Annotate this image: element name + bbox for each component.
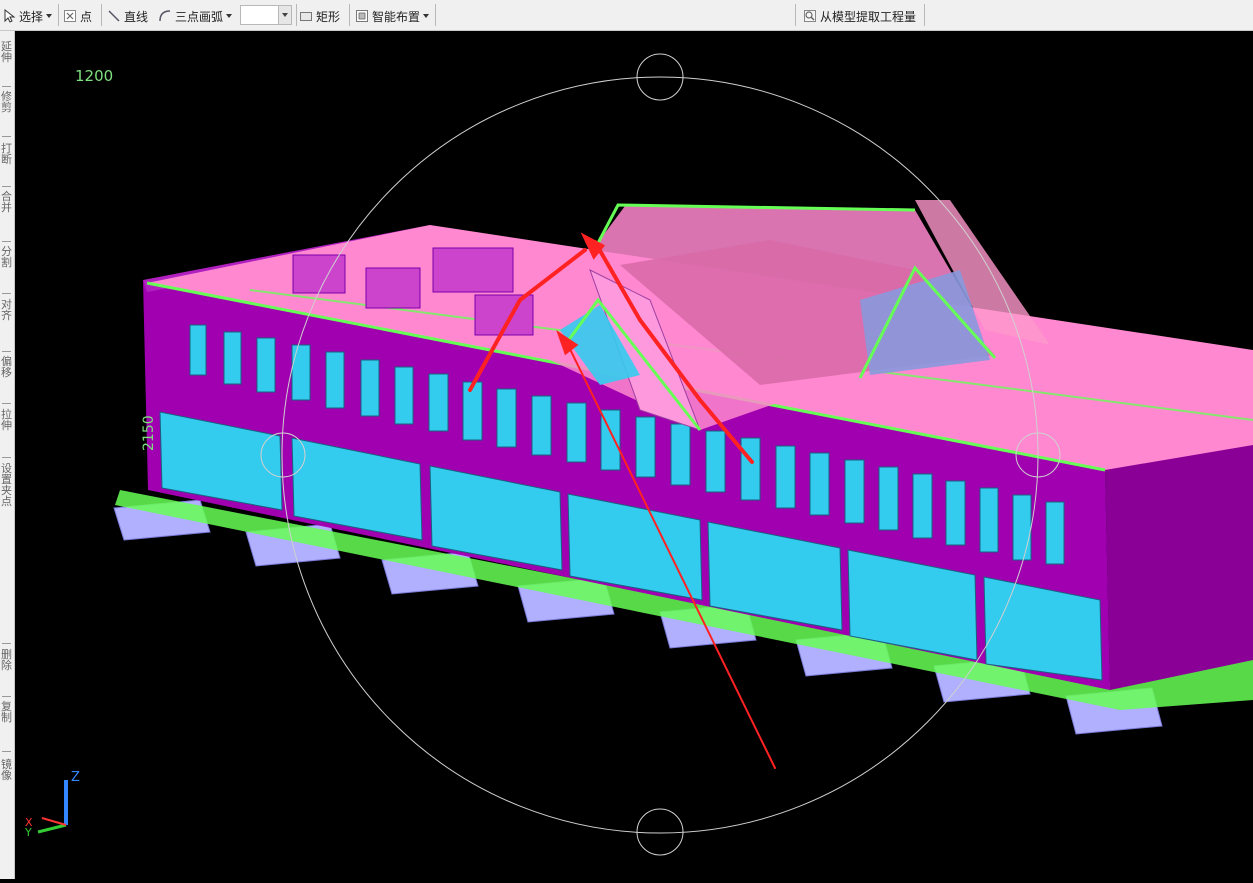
arc-button[interactable]: 三点画弧 [158,6,233,26]
sidebar-item-5[interactable]: 对齐 [0,299,13,321]
smart-layout-button[interactable]: 智能布置 [355,6,430,26]
sidebar-divider [2,186,11,187]
select-button[interactable]: 选择 [2,6,53,26]
sidebar-item-7[interactable]: 拉伸 [0,409,13,431]
rectangle-button[interactable]: 矩形 [299,6,340,26]
sidebar-item-10[interactable]: 复制 [0,701,13,723]
select-label: 选择 [19,9,44,24]
axis-triad-icon [37,780,68,834]
point-icon [63,9,77,23]
sidebar-divider [2,403,11,404]
toolbar-divider [58,4,59,26]
building-model [37,53,1253,856]
smart-layout-icon [355,9,369,23]
sidebar-item-1[interactable]: 修剪 [0,91,13,113]
sidebar-item-2[interactable]: 打断 [0,143,13,165]
chevron-down-icon [226,14,233,18]
chevron-down-icon [423,14,430,18]
extract-quantity-label: 从模型提取工程量 [820,9,917,24]
sidebar-item-3[interactable]: 合并 [0,191,13,213]
sidebar-divider [2,351,11,352]
toolbar-divider [101,4,102,26]
sidebar-item-8[interactable]: 设置夹点 [0,463,13,507]
sidebar-item-11[interactable]: 镜像 [0,759,13,781]
sidebar-divider [2,136,11,137]
sidebar-divider [2,457,11,458]
end-wall [1105,430,1253,690]
point-label: 点 [80,9,93,24]
toolbar: 选择 点 直线 三点画弧 矩形 智能布置 从模型提取工程量 [0,0,1253,31]
extract-quantity-button[interactable]: 从模型提取工程量 [803,6,916,26]
sidebar-item-6[interactable]: 偏移 [0,356,13,378]
line-button[interactable]: 直线 [107,6,148,26]
sidebar-divider [2,241,11,242]
axis-z-label: Z [71,770,80,785]
sidebar-divider [2,293,11,294]
line-label: 直线 [124,9,149,24]
arc-mode-select[interactable] [240,5,292,25]
sidebar-divider [2,696,11,697]
sidebar-divider [2,86,11,87]
dim-label-1200: 1200 [75,67,114,85]
dropdown-button[interactable] [278,6,291,24]
extract-icon [803,9,817,23]
arc-label: 三点画弧 [175,9,224,24]
cursor-icon [2,8,16,23]
chevron-down-icon [46,14,53,18]
3d-viewport[interactable]: 1200 2150 Z X Y [15,31,1253,879]
sidebar-item-0[interactable]: 延伸 [0,41,13,63]
toolbar-divider [795,4,796,26]
toolbar-divider [349,4,350,26]
dim-label-2150: 2150 [141,415,157,451]
sidebar-divider [2,643,11,644]
axis-y-label: Y [25,826,32,839]
sidebar-item-4[interactable]: 分割 [0,246,13,268]
smart-layout-label: 智能布置 [372,9,421,24]
sidebar-item-9[interactable]: 删除 [0,649,13,671]
sidebar-divider [2,751,11,752]
toolbar-divider [924,4,925,26]
line-icon [107,9,121,23]
point-button[interactable]: 点 [63,6,92,26]
toolbar-divider [296,4,297,26]
rectangle-icon [299,9,313,23]
rectangle-label: 矩形 [316,9,341,24]
edit-tool-sidebar: 延伸 修剪 打断 合并 分割 对齐 偏移 拉伸 设置夹点 删除 复制 镜像 [0,31,15,879]
toolbar-divider [435,4,436,26]
arc-icon [158,9,172,23]
